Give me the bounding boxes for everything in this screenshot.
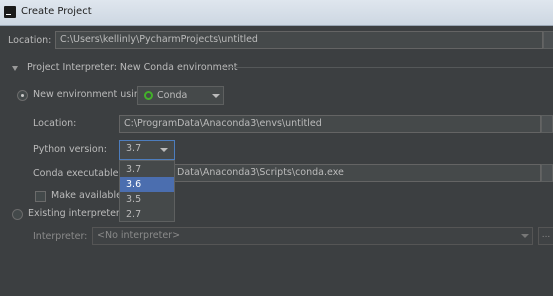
- env-location-browse-button[interactable]: [541, 115, 553, 133]
- location-field[interactable]: C:\Users\kellinly\PycharmProjects\untitl…: [55, 31, 543, 49]
- collapse-arrow-icon[interactable]: [12, 66, 18, 71]
- env-location-value: C:\ProgramData\Anaconda3\envs\untitled: [124, 118, 322, 129]
- env-location-label: Location:: [33, 118, 77, 129]
- python-version-dropdown: 3.7 3.6 3.5 2.7: [119, 160, 175, 222]
- title-bar[interactable]: Create Project: [0, 0, 553, 26]
- version-option-3-6[interactable]: 3.6: [120, 177, 174, 192]
- environment-tool-value: Conda: [157, 90, 188, 101]
- interpreter-section-title: Project Interpreter: New Conda environme…: [27, 62, 238, 73]
- location-value: C:\Users\kellinly\PycharmProjects\untitl…: [60, 34, 258, 45]
- conda-executable-browse-button[interactable]: [541, 164, 553, 182]
- existing-interpreter-label: Existing interpreter: [28, 208, 120, 219]
- pycharm-logo-icon: [4, 6, 16, 18]
- existing-interpreter-radio[interactable]: [12, 209, 23, 220]
- conda-executable-field[interactable]: Data\Anaconda3\Scripts\conda.exe: [119, 164, 541, 182]
- make-available-label: Make available t: [51, 190, 129, 201]
- interpreter-browse-label: ...: [541, 230, 551, 240]
- make-available-checkbox[interactable]: [35, 191, 46, 202]
- version-option-3-7[interactable]: 3.7: [120, 162, 174, 177]
- interpreter-value: <No interpreter>: [97, 230, 181, 241]
- conda-executable-label: Conda executable:: [33, 168, 122, 179]
- location-browse-button[interactable]: [543, 31, 553, 49]
- python-version-label: Python version:: [33, 144, 107, 155]
- window-title: Create Project: [21, 6, 92, 17]
- env-location-field[interactable]: C:\ProgramData\Anaconda3\envs\untitled: [119, 115, 541, 133]
- conda-icon: [144, 91, 153, 100]
- chevron-down-icon: [212, 94, 220, 98]
- version-option-2-7[interactable]: 2.7: [120, 207, 174, 222]
- section-divider: [222, 67, 553, 68]
- chevron-down-icon: [160, 148, 168, 152]
- location-label: Location:: [8, 35, 52, 46]
- version-option-3-5[interactable]: 3.5: [120, 192, 174, 207]
- create-project-dialog: Create Project Location: C:\Users\kellin…: [0, 0, 553, 296]
- python-version-select[interactable]: 3.7: [119, 140, 175, 160]
- python-version-value: 3.7: [126, 143, 142, 154]
- environment-tool-select[interactable]: Conda: [137, 86, 224, 105]
- new-environment-radio[interactable]: [17, 90, 28, 101]
- interpreter-select[interactable]: <No interpreter>: [92, 227, 533, 245]
- conda-executable-value: Data\Anaconda3\Scripts\conda.exe: [177, 167, 344, 178]
- interpreter-browse-button[interactable]: ...: [538, 227, 553, 245]
- new-environment-label: New environment using: [33, 89, 146, 100]
- interpreter-label: Interpreter:: [33, 231, 88, 242]
- chevron-down-icon: [521, 234, 529, 238]
